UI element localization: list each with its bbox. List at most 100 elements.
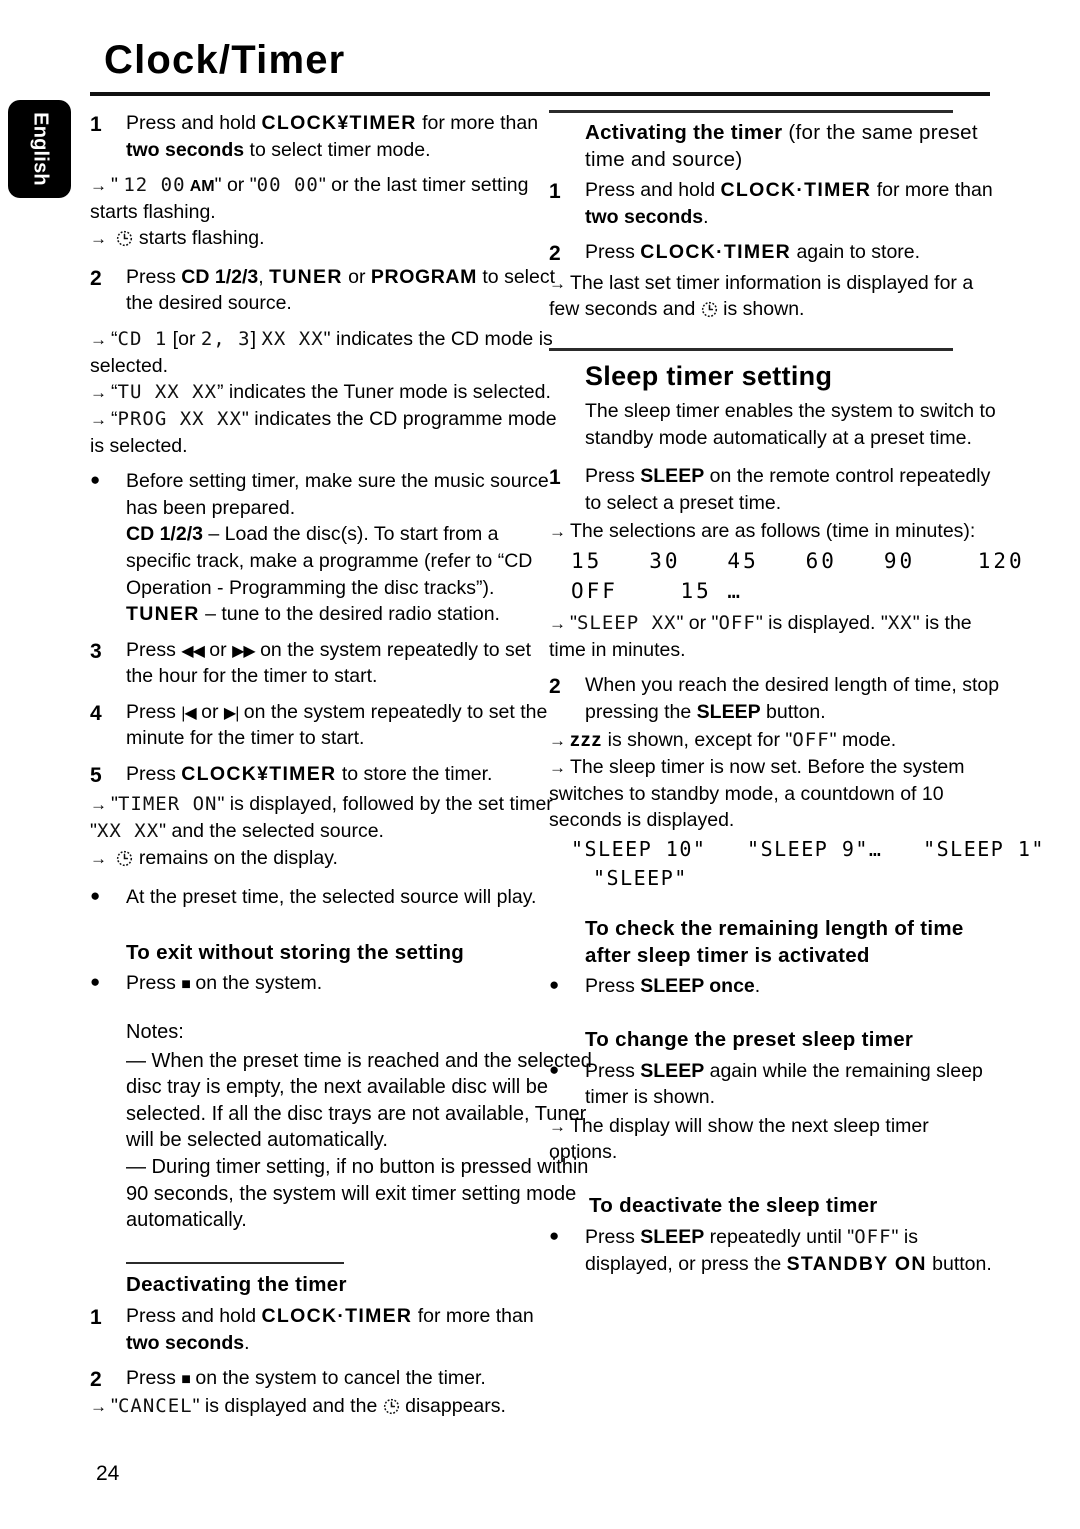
text: Press and hold [585,179,721,202]
list-item: 3 Press ◀◀ or ▶▶ on the system repeatedl… [90,637,560,690]
button-name: CD 1/2/3 [181,265,259,288]
arrow-icon: → [549,731,566,751]
arrow-icon: → [90,329,107,349]
list-item: ● Before setting timer, make sure the mu… [90,468,560,627]
list-item: ● Press SLEEP repeatedly until "OFF" is … [549,1224,1001,1277]
section-heading-activating: Activating the timer (for the same prese… [585,120,1001,173]
step-number: 3 [90,639,102,663]
note-item: — During timer setting, if no button is … [126,1155,589,1232]
lcd-countdown-row-2: "SLEEP" [593,865,688,890]
result-line: → zzz is shown, except for "OFF" mode. [549,727,1001,754]
list-item: 5 Press CLOCK¥TIMER to store the timer. [90,761,560,789]
page-number: 24 [96,1462,120,1485]
list-item: 2 Press CLOCK·TIMER again to store. [549,239,1001,267]
result-line: → The display will show the next sleep ti… [549,1113,1001,1166]
text: Press and hold [126,1305,262,1328]
lcd-readout: CD 1 [117,327,168,350]
text: . [244,1331,250,1354]
step-number: 1 [90,1306,102,1330]
note-item: — When the preset time is reached and th… [126,1049,592,1152]
text: – tune to the desired radio station. [199,603,500,626]
text: to store the timer. [336,762,493,785]
text: Before setting timer, make sure the musi… [126,470,549,519]
list-item: 2 Press ■ on the system to cancel the ti… [90,1365,560,1393]
text: The display will show the next sleep tim… [549,1114,929,1164]
button-name: SLEEP [640,1059,705,1082]
list-item: 1 Press SLEEP on the remote control repe… [549,463,1001,516]
button-name: SLEEP once [640,975,755,998]
lcd-preset-row-1: 15 30 45 60 90 120 [571,548,1025,573]
text: Press [126,972,182,995]
result-line: → remains on the display. [90,845,560,875]
text: on the system to cancel the timer. [189,1367,486,1390]
text: [or [167,327,201,350]
arrow-icon: → [549,522,566,542]
step-number: 2 [90,1368,102,1392]
lcd-readout: XX XX [96,819,160,842]
previous-track-icon: |◀ [181,704,197,722]
text: Press [585,241,641,264]
button-name: CLOCK·TIMER [720,179,872,202]
section-heading-exit: To exit without storing the setting [126,940,465,964]
text: for more than [412,1305,534,1328]
manual-page: English Clock/Timer 1 Press and hold CLO… [0,0,1080,1529]
lcd-readout: OFF [792,729,830,752]
text: . [754,975,761,998]
notes-block: Notes: — When the preset time is reached… [126,1019,596,1234]
list-item: 1 Press and hold CLOCK¥TIMER for more th… [90,110,560,163]
lcd-readout: CANCEL [117,1395,193,1418]
button-name: STANDBY ON [786,1252,927,1275]
bullet-icon: ● [90,470,101,490]
lcd-readout: 12 00 [123,174,186,197]
list-item: ● Press ■ on the system. [90,970,560,997]
bullet-icon: ● [90,886,101,906]
emphasis: two seconds [126,1331,245,1354]
text: , [258,265,270,288]
text: Press [126,265,182,288]
step-number: 2 [549,675,561,699]
text: ” indicates the Tuner mode is selected. [217,381,551,404]
result-line: → "SLEEP XX" or "OFF" is displayed. "XX" … [549,610,1001,663]
text: Press [126,700,182,723]
step-number: 4 [90,701,102,725]
text: " mode. [829,729,897,752]
section-divider [549,347,953,351]
arrow-icon: → [90,1397,107,1417]
result-line: → The last set timer information is displ… [549,270,1001,326]
text: for more than [416,112,539,134]
lcd-readout: 2, 3 [200,327,251,350]
lcd-preset-row-2: OFF 15 … [571,579,744,604]
text: button. [760,700,826,723]
list-item: ● Press SLEEP again while the remaining … [549,1058,1001,1111]
notes-label: Notes: [126,1020,184,1043]
lcd-readout: OFF [854,1225,892,1248]
text: is shown. [717,298,805,321]
section-heading-change-preset: To change the preset sleep timer [585,1027,914,1051]
list-item: 2 When you reach the desired length of t… [549,672,1001,725]
bullet-icon: ● [90,972,101,992]
text: or [342,265,371,288]
text: Press [126,762,182,785]
button-name: SLEEP [696,700,761,723]
arrow-icon: → [90,794,107,814]
page-title: Clock/Timer [104,38,346,82]
button-name: PROGRAM [370,265,477,288]
list-item: 2 Press CD 1/2/3, TUNER or PROGRAM to se… [90,264,560,317]
text: remains on the display. [133,846,338,869]
text: The sleep timer is now set. Before the s… [549,756,965,832]
text: Press [585,1059,641,1082]
list-item: 1 Press and hold CLOCK·TIMER for more th… [90,1303,560,1356]
stop-icon: ■ [181,976,191,994]
emphasis: two seconds [126,138,245,161]
text: button. [926,1252,992,1275]
list-item: 4 Press |◀ or ▶| on the system repeatedl… [90,699,560,752]
list-item: 1 Press and hold CLOCK·TIMER for more th… [549,177,1001,230]
button-name: CLOCK·TIMER [640,241,792,264]
zzz-icon: zzz [570,729,603,752]
text: to select timer mode. [244,138,431,161]
button-name: TUNER [126,603,200,626]
arrow-icon: → [90,229,107,249]
section-heading-deactivate-sleep: To deactivate the sleep timer [589,1193,878,1217]
text: " [111,174,124,197]
title-divider [90,92,990,96]
